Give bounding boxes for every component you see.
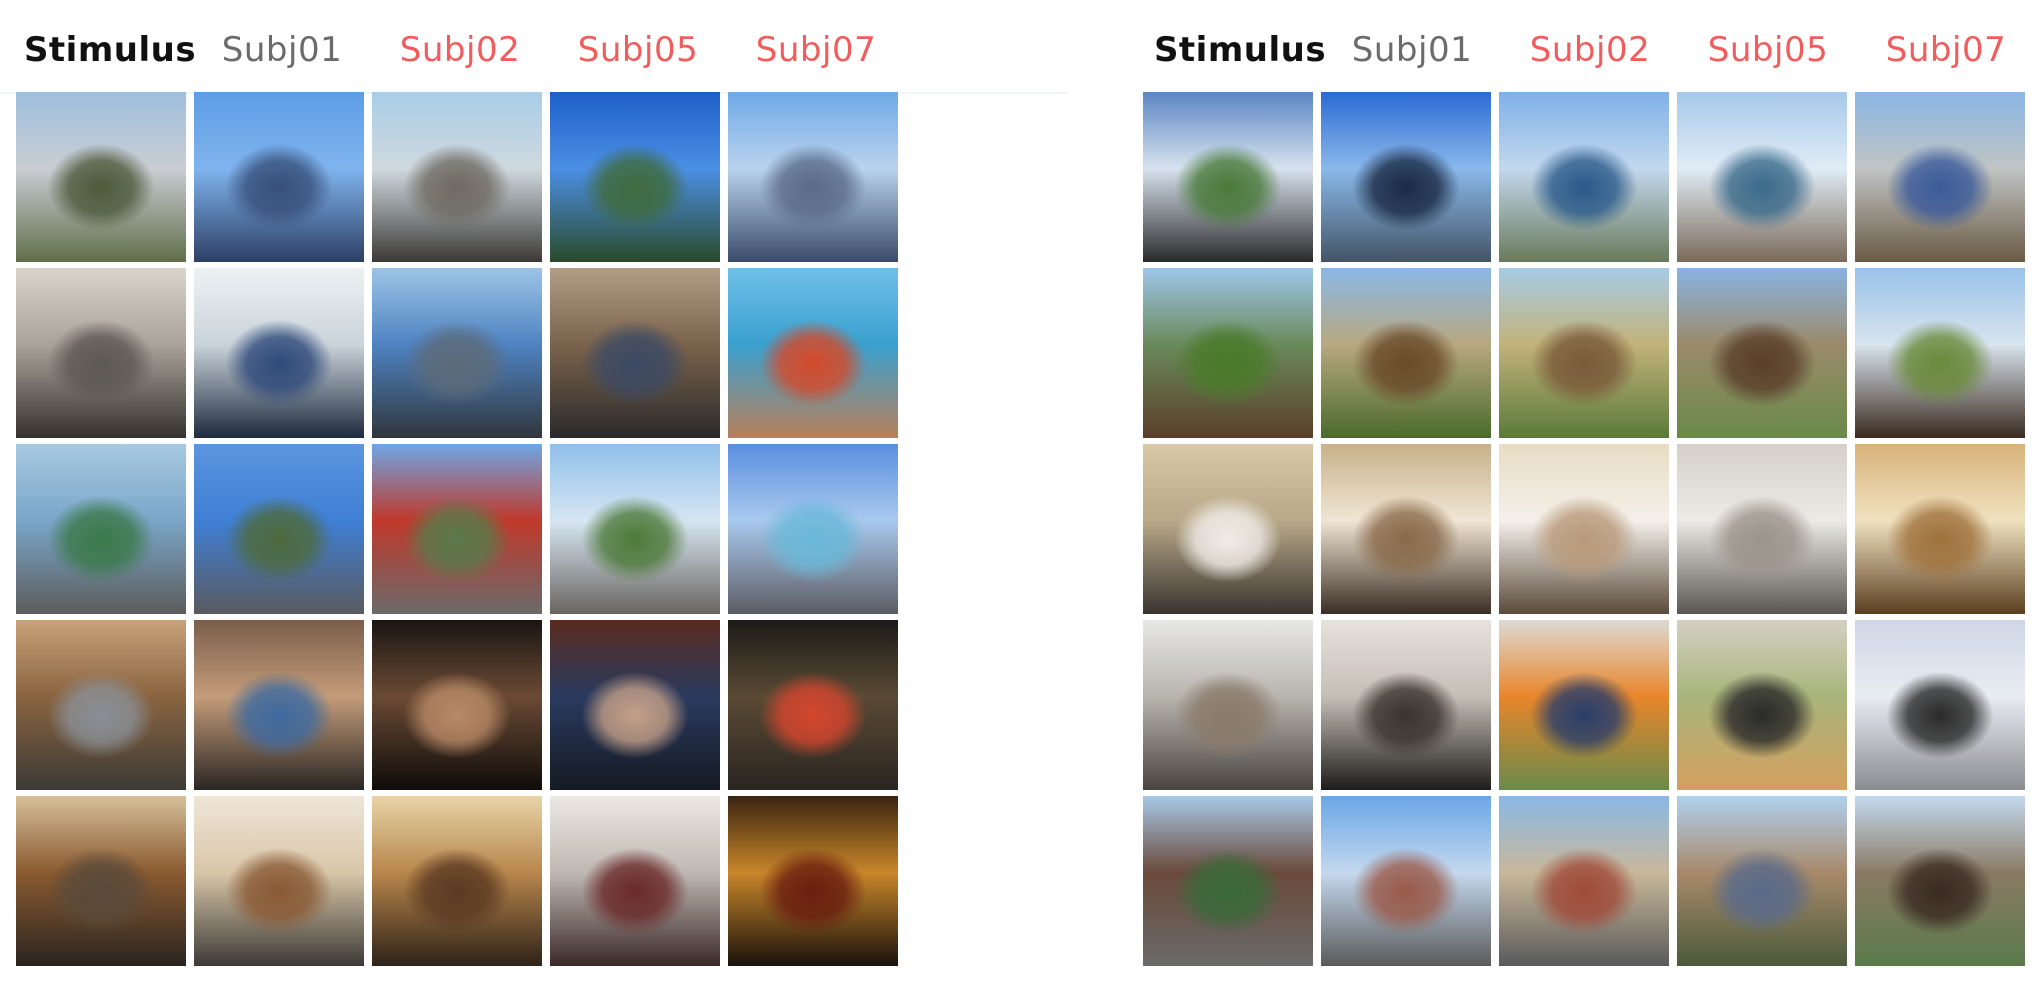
thumbnail-airplane-on-runway-stimulus xyxy=(16,92,186,262)
thumbnail-dog-cat-by-door-subj05 xyxy=(1677,620,1847,790)
thumbnail-bathroom-sink-subj07 xyxy=(1855,444,2025,614)
thumbnail-bathroom-sink-subj02 xyxy=(1499,444,1669,614)
thumbnail-cattle-in-field-subj02 xyxy=(1499,268,1669,438)
thumbnail-clock-tower-monument-subj07 xyxy=(1855,92,2025,262)
thumbnail-dog-cat-by-door-subj07 xyxy=(1855,620,2025,790)
thumbnail-kitchen-interior-subj07 xyxy=(728,796,898,966)
thumbnail-people-with-wheelchair-subj01 xyxy=(194,268,364,438)
thumbnail-man-holding-food-subj02 xyxy=(372,620,542,790)
thumbnail-man-holding-food-subj01 xyxy=(194,620,364,790)
thumbnail-airplane-on-runway-subj07 xyxy=(728,92,898,262)
left-header-row: Stimulus Subj01 Subj02 Subj05 Subj07 xyxy=(0,22,1068,78)
thumbnail-cattle-in-field-subj05 xyxy=(1677,268,1847,438)
thumbnail-people-with-wheelchair-subj05 xyxy=(550,268,720,438)
thumbnail-bathroom-sink-subj01 xyxy=(1321,444,1491,614)
thumbnail-street-with-buildings-subj02 xyxy=(1499,796,1669,966)
thumbnail-people-with-wheelchair-stimulus xyxy=(16,268,186,438)
thumbnail-kitchen-interior-stimulus xyxy=(16,796,186,966)
header-stimulus: Stimulus xyxy=(1153,30,1327,70)
thumbnail-man-holding-food-stimulus xyxy=(16,620,186,790)
thumbnail-clock-tower-monument-stimulus xyxy=(1143,92,1313,262)
thumbnail-highway-road-signs-subj01 xyxy=(194,444,364,614)
header-stimulus: Stimulus xyxy=(23,30,197,70)
thumbnail-people-with-wheelchair-subj07 xyxy=(728,268,898,438)
thumbnail-highway-road-signs-subj07 xyxy=(728,444,898,614)
header-subj07: Subj07 xyxy=(1885,30,2007,70)
thumbnail-clock-tower-monument-subj02 xyxy=(1499,92,1669,262)
thumbnail-street-with-buildings-subj05 xyxy=(1677,796,1847,966)
header-subj05: Subj05 xyxy=(1707,30,1829,70)
thumbnail-kitchen-interior-subj02 xyxy=(372,796,542,966)
header-subj02: Subj02 xyxy=(399,30,521,70)
thumbnail-airplane-on-runway-subj05 xyxy=(550,92,720,262)
thumbnail-bathroom-sink-subj05 xyxy=(1677,444,1847,614)
thumbnail-man-holding-food-subj05 xyxy=(550,620,720,790)
thumbnail-street-with-buildings-stimulus xyxy=(1143,796,1313,966)
thumbnail-highway-road-signs-subj05 xyxy=(550,444,720,614)
thumbnail-street-with-buildings-subj07 xyxy=(1855,796,2025,966)
thumbnail-airplane-on-runway-subj01 xyxy=(194,92,364,262)
header-subj01: Subj01 xyxy=(1351,30,1473,70)
header-subj01: Subj01 xyxy=(221,30,343,70)
thumbnail-highway-road-signs-stimulus xyxy=(16,444,186,614)
thumbnail-cattle-in-field-subj07 xyxy=(1855,268,2025,438)
thumbnail-cattle-in-field-stimulus xyxy=(1143,268,1313,438)
right-header-row: Stimulus Subj01 Subj02 Subj05 Subj07 xyxy=(1127,22,2043,78)
thumbnail-highway-road-signs-subj02 xyxy=(372,444,542,614)
thumbnail-clock-tower-monument-subj05 xyxy=(1677,92,1847,262)
thumbnail-people-with-wheelchair-subj02 xyxy=(372,268,542,438)
thumbnail-street-with-buildings-subj01 xyxy=(1321,796,1491,966)
thumbnail-dog-cat-by-door-subj01 xyxy=(1321,620,1491,790)
header-subj07: Subj07 xyxy=(755,30,877,70)
thumbnail-dog-cat-by-door-stimulus xyxy=(1143,620,1313,790)
thumbnail-airplane-on-runway-subj02 xyxy=(372,92,542,262)
thumbnail-kitchen-interior-subj01 xyxy=(194,796,364,966)
thumbnail-bathroom-sink-stimulus xyxy=(1143,444,1313,614)
thumbnail-dog-cat-by-door-subj02 xyxy=(1499,620,1669,790)
thumbnail-cattle-in-field-subj01 xyxy=(1321,268,1491,438)
header-subj05: Subj05 xyxy=(577,30,699,70)
thumbnail-man-holding-food-subj07 xyxy=(728,620,898,790)
thumbnail-clock-tower-monument-subj01 xyxy=(1321,92,1491,262)
header-subj02: Subj02 xyxy=(1529,30,1651,70)
thumbnail-kitchen-interior-subj05 xyxy=(550,796,720,966)
